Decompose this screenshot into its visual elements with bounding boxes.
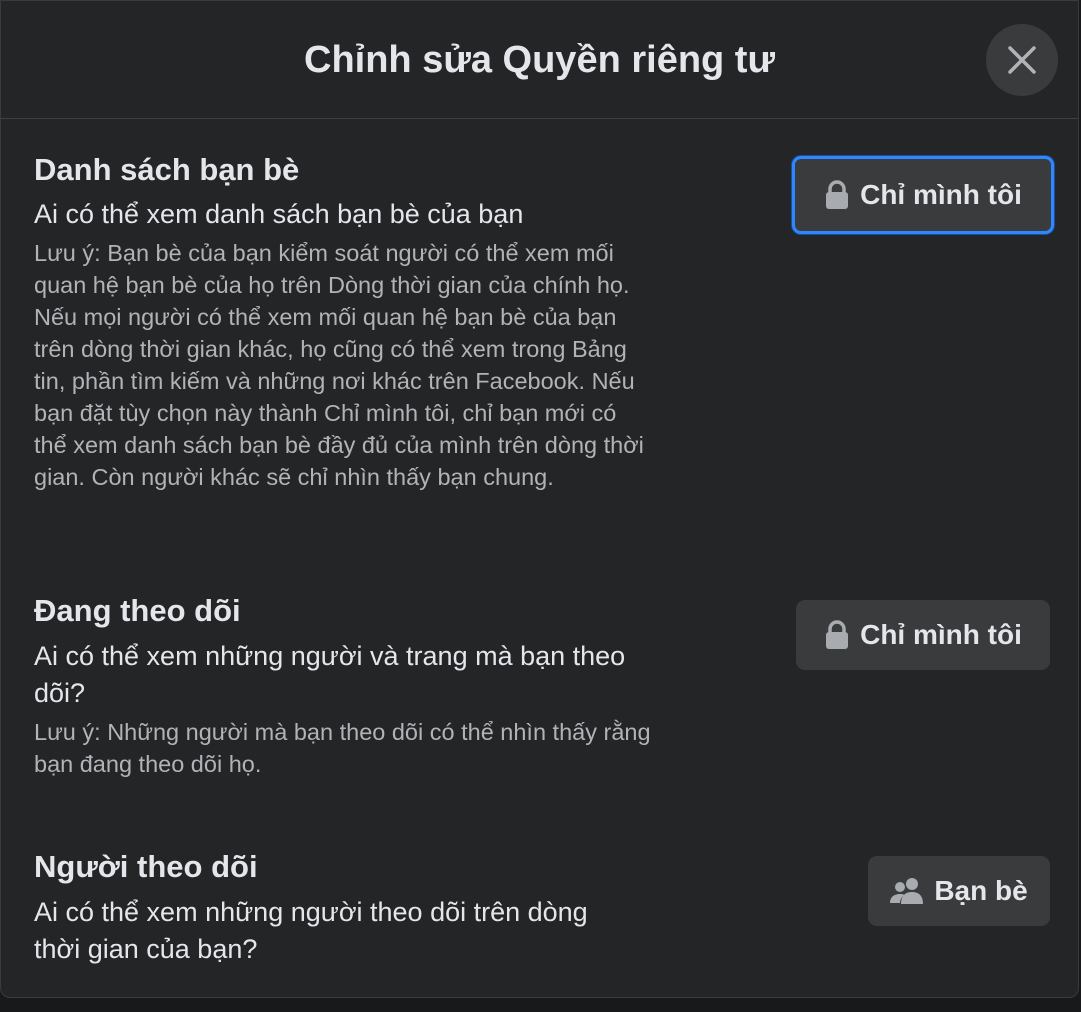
- followers-privacy-button[interactable]: Bạn bè: [868, 856, 1050, 926]
- section-question: Ai có thể xem những người theo dõi trên …: [34, 897, 588, 964]
- privacy-dialog: Chỉnh sửa Quyền riêng tư Danh sách bạn b…: [0, 0, 1079, 998]
- friends-icon: [890, 877, 924, 905]
- section-note: Lưu ý: Những người mà bạn theo dõi có th…: [34, 719, 651, 777]
- dialog-header: Chỉnh sửa Quyền riêng tư: [1, 1, 1078, 119]
- close-button[interactable]: [986, 24, 1058, 96]
- section-friends-list: Danh sách bạn bè Ai có thể xem danh sách…: [34, 151, 654, 493]
- section-following: Đang theo dõi Ai có thể xem những người …: [34, 592, 654, 780]
- privacy-button-label: Chỉ mình tôi: [860, 179, 1022, 210]
- close-icon: [1008, 46, 1036, 74]
- lock-icon: [824, 180, 850, 210]
- privacy-button-label: Bạn bè: [934, 875, 1028, 906]
- section-note: Lưu ý: Bạn bè của bạn kiểm soát người có…: [34, 240, 644, 490]
- section-followers: Người theo dõi Ai có thể xem những người…: [34, 848, 634, 968]
- lock-icon: [824, 620, 850, 650]
- section-question: Ai có thể xem danh sách bạn bè của bạn: [34, 199, 524, 229]
- section-title: Người theo dõi: [34, 849, 258, 884]
- section-title: Danh sách bạn bè: [34, 152, 300, 187]
- dialog-title: Chỉnh sửa Quyền riêng tư: [304, 39, 775, 81]
- section-question: Ai có thể xem những người và trang mà bạ…: [34, 641, 626, 708]
- privacy-button-label: Chỉ mình tôi: [860, 619, 1022, 650]
- following-privacy-button[interactable]: Chỉ mình tôi: [796, 600, 1050, 670]
- section-title: Đang theo dõi: [34, 593, 241, 628]
- friends-list-privacy-button[interactable]: Chỉ mình tôi: [792, 156, 1054, 234]
